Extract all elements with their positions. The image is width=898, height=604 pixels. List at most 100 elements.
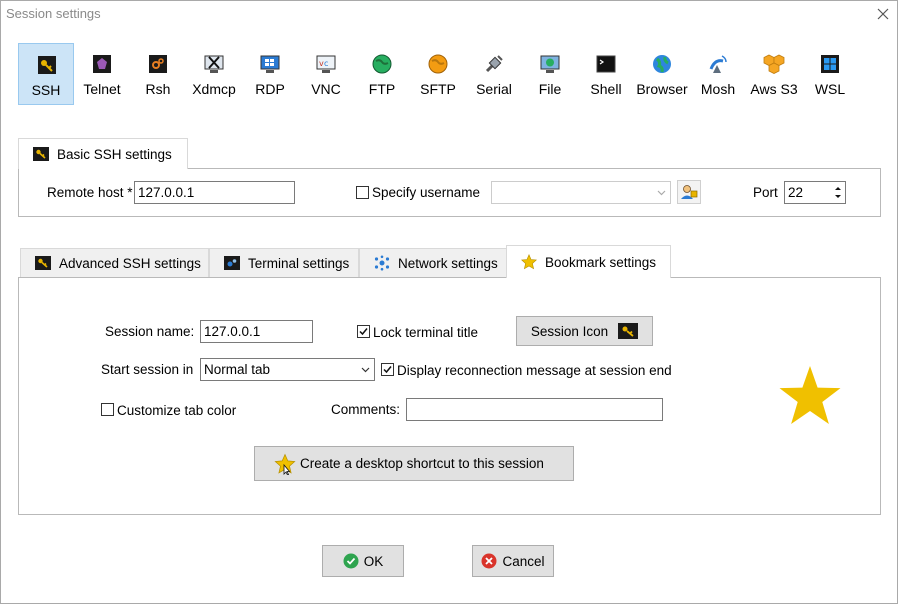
protocol-sftp[interactable]: SFTP [410, 43, 466, 105]
window-title: Session settings [6, 6, 101, 21]
protocol-browser[interactable]: Browser [634, 43, 690, 105]
tab-label: Network settings [398, 255, 498, 271]
ftp-icon [372, 54, 392, 74]
session-settings-dialog: Session settings SSH Telnet Rsh Xdmcp RD… [0, 0, 898, 604]
protocol-shell[interactable]: Shell [578, 43, 634, 105]
tab-advanced-ssh-settings[interactable]: Advanced SSH settings [20, 248, 209, 277]
protocol-rsh[interactable]: Rsh [130, 43, 186, 105]
protocol-label: SSH [31, 82, 61, 98]
create-desktop-shortcut-button[interactable]: Create a desktop shortcut to this sessio… [254, 446, 574, 481]
protocol-label: Xdmcp [192, 81, 236, 97]
wsl-icon [821, 55, 839, 73]
file-icon [540, 55, 560, 73]
ok-label: OK [363, 553, 384, 569]
protocol-label: SFTP [420, 81, 456, 97]
user-icon [681, 185, 698, 199]
username-combobox[interactable] [491, 181, 671, 204]
session-icon-button[interactable]: Session Icon [516, 316, 653, 346]
protocol-xdmcp[interactable]: Xdmcp [186, 43, 242, 105]
customize-tab-color-label: Customize tab color [117, 403, 237, 418]
tab-network-settings[interactable]: Network settings [359, 248, 507, 277]
specify-username-label: Specify username [372, 185, 481, 200]
chevron-down-icon [657, 190, 666, 196]
protocol-label: Serial [476, 81, 512, 97]
lock-terminal-title-checkbox[interactable] [357, 325, 370, 338]
cancel-circle-icon [481, 553, 497, 569]
protocol-wsl[interactable]: WSL [802, 43, 858, 105]
start-session-label: Start session in [101, 362, 194, 377]
tab-terminal-settings[interactable]: Terminal settings [209, 248, 359, 277]
session-name-input[interactable]: 127.0.0.1 [200, 320, 313, 343]
comments-input[interactable] [406, 398, 663, 421]
comments-label: Comments: [331, 402, 401, 417]
protocol-label: Telnet [83, 81, 121, 97]
protocol-ssh[interactable]: SSH [18, 43, 74, 105]
protocol-vnc[interactable]: vc VNC [298, 43, 354, 105]
lock-terminal-title-label: Lock terminal title [373, 325, 479, 340]
tab-label: Terminal settings [248, 255, 350, 271]
protocol-serial[interactable]: Serial [466, 43, 522, 105]
star-icon [521, 254, 537, 270]
aws-s3-icon [763, 54, 785, 74]
sftp-icon [428, 54, 448, 74]
tab-bookmark-settings[interactable]: Bookmark settings [506, 245, 671, 278]
tab-label: Advanced SSH settings [59, 255, 201, 271]
user-manager-button[interactable] [677, 180, 701, 204]
cancel-button[interactable]: Cancel [472, 545, 554, 577]
remote-host-input[interactable]: 127.0.0.1 [134, 181, 295, 204]
title-bar: Session settings [1, 1, 897, 27]
customize-tab-color-checkbox[interactable] [101, 403, 114, 416]
protocol-label: Aws S3 [750, 81, 798, 97]
tab-basic-ssh-settings[interactable]: Basic SSH settings [18, 138, 188, 169]
check-circle-icon [343, 553, 359, 569]
mosh-icon [709, 55, 727, 73]
checkmark-icon [359, 328, 368, 336]
serial-icon [485, 55, 503, 73]
close-icon [877, 8, 889, 20]
protocol-label: Browser [636, 81, 688, 97]
port-value: 22 [788, 185, 804, 200]
tab-label: Bookmark settings [545, 254, 657, 270]
checkmark-icon [383, 366, 392, 374]
protocol-label: WSL [814, 81, 846, 97]
network-icon [374, 255, 390, 271]
protocol-label: File [538, 81, 562, 97]
start-session-value: Normal tab [204, 362, 271, 377]
protocol-label: Rsh [145, 81, 171, 97]
terminal-icon [224, 256, 240, 270]
display-reconnection-checkbox[interactable] [381, 363, 394, 376]
protocol-ftp[interactable]: FTP [354, 43, 410, 105]
protocol-label: Shell [590, 81, 622, 97]
protocol-rdp[interactable]: RDP [242, 43, 298, 105]
star-icon [274, 453, 296, 475]
tab-label: Basic SSH settings [57, 146, 172, 162]
protocol-label: Mosh [700, 81, 736, 97]
spinner-arrows-icon[interactable] [832, 183, 844, 202]
protocol-file[interactable]: File [522, 43, 578, 105]
rsh-icon [149, 55, 167, 73]
display-reconnection-label: Display reconnection message at session … [397, 363, 672, 378]
key-icon [33, 147, 49, 161]
rdp-icon [260, 55, 280, 73]
browser-icon [653, 55, 671, 73]
shortcut-label: Create a desktop shortcut to this sessio… [300, 456, 544, 471]
telnet-icon [93, 55, 111, 73]
shell-icon [596, 55, 616, 73]
bookmark-star-icon [779, 366, 841, 424]
key-icon [618, 323, 639, 339]
svg-text:c: c [324, 59, 328, 68]
remote-host-label: Remote host * [47, 185, 133, 200]
start-session-combobox[interactable]: Normal tab [200, 358, 375, 381]
ok-button[interactable]: OK [322, 545, 404, 577]
cancel-label: Cancel [502, 553, 545, 569]
protocol-aws-s3[interactable]: Aws S3 [746, 43, 802, 105]
session-icon-label: Session Icon [530, 323, 609, 339]
protocol-telnet[interactable]: Telnet [74, 43, 130, 105]
protocol-label: VNC [311, 81, 341, 97]
close-button[interactable] [873, 4, 893, 24]
session-name-label: Session name: [105, 324, 195, 339]
vnc-icon: vc [316, 55, 336, 73]
protocol-mosh[interactable]: Mosh [690, 43, 746, 105]
specify-username-checkbox[interactable] [356, 186, 369, 199]
port-spinner[interactable]: 22 [784, 181, 846, 204]
